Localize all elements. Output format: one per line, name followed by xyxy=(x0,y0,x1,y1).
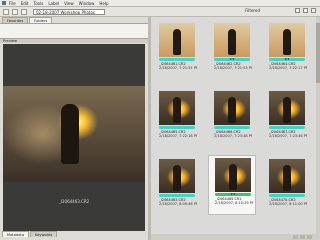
file-date: 2/18/2007, 8:10:29 PM xyxy=(215,201,253,205)
file-date: 2/18/2007, 7:23:48 PM xyxy=(214,134,252,138)
thumbnail-cell[interactable]: _I2064465.CR2 2/18/2007, 7:22:18 PM xyxy=(153,89,201,149)
thumbnail-figure xyxy=(173,29,181,55)
menu-view[interactable]: View xyxy=(64,1,74,6)
preview-pane: _I2064463.CR2 xyxy=(3,44,145,231)
scrollbar-thumb[interactable] xyxy=(316,23,320,83)
thumbnail-cell[interactable]: _I2064470.CR2 2/18/2007, 8:11:00 PM xyxy=(263,157,311,217)
thumbnail-image[interactable] xyxy=(269,159,305,193)
rating-stars[interactable]: ★★ xyxy=(214,58,250,61)
thumbnail-figure xyxy=(173,165,181,191)
file-date: 2/18/2007, 7:21:51 PM xyxy=(159,66,197,70)
rating-stars[interactable] xyxy=(159,58,195,61)
rotate-left-icon[interactable] xyxy=(295,8,300,13)
rating-stars[interactable] xyxy=(269,126,305,129)
folders-panel[interactable] xyxy=(0,23,148,38)
thumbnail-cell-selected[interactable]: ★★ _I2064469.CR2 2/18/2007, 8:10:29 PM xyxy=(208,155,256,215)
folder-icon[interactable] xyxy=(21,8,27,15)
content-browser: _I2064461.CR2 2/18/2007, 7:21:51 PM ★★ _… xyxy=(151,17,320,240)
view-mode-icon[interactable] xyxy=(293,235,298,239)
back-button[interactable] xyxy=(3,8,9,15)
rating-stars[interactable] xyxy=(159,126,195,129)
menu-tools[interactable]: Tools xyxy=(33,1,43,6)
file-date: 2/18/2007, 7:22:18 PM xyxy=(159,134,197,138)
thumbnail-image[interactable] xyxy=(269,23,305,57)
thumbnail-cell[interactable]: ★★ _I2064464.CR2 2/18/2007, 7:22:17 PM xyxy=(263,21,311,81)
rating-stars[interactable] xyxy=(214,126,250,129)
preview-title[interactable]: Preview xyxy=(0,38,148,43)
tab-keywords[interactable]: Keywords xyxy=(30,231,58,237)
trash-icon[interactable] xyxy=(311,8,316,13)
menu-label[interactable]: Label xyxy=(48,1,59,6)
view-mode-icon[interactable] xyxy=(307,235,312,239)
rating-stars[interactable] xyxy=(269,194,305,197)
thumbnail-cell[interactable]: _I2064463.CR2 2/18/2007, 8:09:46 PM xyxy=(153,157,201,217)
thumbnail-figure xyxy=(283,165,291,191)
bottom-tabs: Metadata Keywords xyxy=(0,231,148,237)
left-panel: Favorites Folders Preview _I2064463.CR2 … xyxy=(0,17,148,240)
rotate-right-icon[interactable] xyxy=(303,8,308,13)
preview-caption: _I2064463.CR2 xyxy=(58,199,90,204)
thumbnail-cell[interactable]: _I2064467.CR2 2/18/2007, 7:23:46 PM xyxy=(263,89,311,149)
menu-edit[interactable]: Edit xyxy=(21,1,29,6)
rating-stars[interactable] xyxy=(159,194,195,197)
thumbnail-cell[interactable]: _I2064466.CR2 2/18/2007, 7:23:48 PM xyxy=(208,89,256,149)
preview-image xyxy=(3,86,145,182)
thumbnail-figure xyxy=(228,97,236,123)
file-date: 2/18/2007, 8:11:00 PM xyxy=(269,202,307,206)
file-date: 2/18/2007, 8:09:46 PM xyxy=(159,202,197,206)
menu-file[interactable]: File xyxy=(9,1,16,6)
thumbnail-cell[interactable]: _I2064461.CR2 2/18/2007, 7:21:51 PM xyxy=(153,21,201,81)
app-icon xyxy=(2,1,6,5)
menubar: File Edit Tools Label View Window Help xyxy=(0,0,320,7)
toolbar-right-icons xyxy=(295,8,316,13)
rating-stars[interactable]: ★★ xyxy=(215,193,251,196)
rating-stars[interactable]: ★★ xyxy=(269,58,305,61)
thumbnail-figure xyxy=(283,29,291,55)
file-date: 2/18/2007, 7:21:53 PM xyxy=(214,66,252,70)
thumbnail-image[interactable] xyxy=(214,91,250,125)
path-field[interactable]: 02-18-2007 Workshop Photos xyxy=(33,8,105,15)
content-footer xyxy=(151,234,316,240)
menu-help[interactable]: Help xyxy=(99,1,108,6)
thumbnail-cell[interactable]: ★★ _I2064462.CR2 2/18/2007, 7:21:53 PM xyxy=(208,21,256,81)
menu-window[interactable]: Window xyxy=(79,1,95,6)
view-mode-icon[interactable] xyxy=(300,235,305,239)
thumbnail-image[interactable] xyxy=(159,91,195,125)
thumbnail-figure xyxy=(229,164,237,190)
thumbnail-image[interactable] xyxy=(215,158,251,192)
vertical-scrollbar[interactable] xyxy=(316,17,320,240)
toolbar: 02-18-2007 Workshop Photos Filtered xyxy=(0,7,320,17)
thumbnail-figure xyxy=(228,29,236,55)
thumbnail-image[interactable] xyxy=(159,23,195,57)
file-date: 2/18/2007, 7:22:17 PM xyxy=(269,66,307,70)
thumbnail-image[interactable] xyxy=(159,159,195,193)
forward-button[interactable] xyxy=(12,8,18,15)
preview-figure xyxy=(61,104,79,164)
thumbnail-image[interactable] xyxy=(214,23,250,57)
tab-metadata[interactable]: Metadata xyxy=(2,231,30,237)
thumbnail-image[interactable] xyxy=(269,91,305,125)
thumbnail-figure xyxy=(173,97,181,123)
thumbnail-figure xyxy=(283,97,291,123)
filter-dropdown[interactable]: Filtered xyxy=(245,8,260,13)
file-date: 2/18/2007, 7:23:46 PM xyxy=(269,134,307,138)
